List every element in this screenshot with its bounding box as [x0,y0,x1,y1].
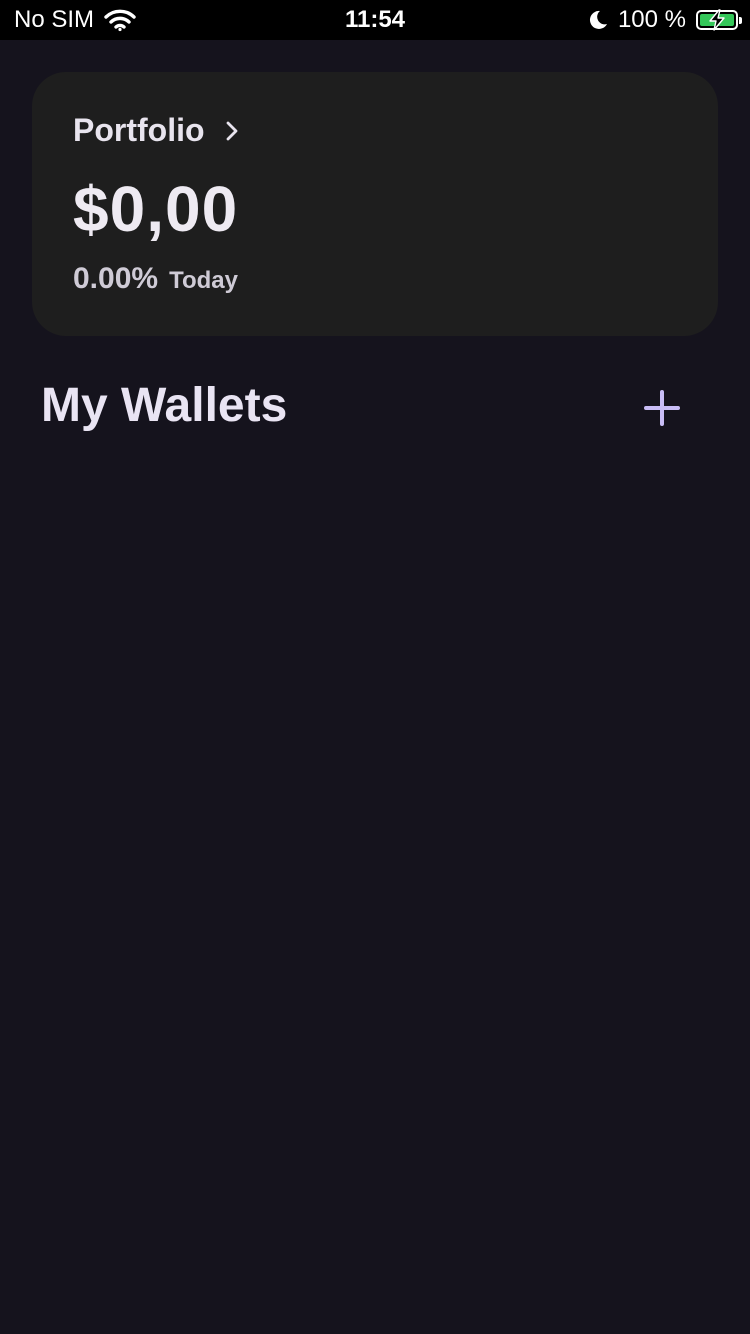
portfolio-card[interactable]: Portfolio $0,00 0.00% Today [32,72,718,336]
moon-icon [588,9,608,31]
change-period: Today [169,267,238,294]
portfolio-header-link[interactable]: Portfolio [73,112,239,149]
chevron-right-icon [225,120,239,142]
battery-charging-icon [696,9,742,31]
portfolio-title: Portfolio [73,112,205,148]
status-bar: No SIM 11:54 100 % [0,0,750,40]
portfolio-value: $0,00 [73,173,239,245]
portfolio-change: 0.00% Today [73,262,238,296]
plus-icon [644,390,680,426]
add-wallet-button[interactable] [640,386,684,430]
change-percent: 0.00% [73,262,159,295]
wallets-title: My Wallets [41,379,288,432]
battery-percent: 100 % [617,6,686,33]
status-right: 100 % [588,0,742,40]
